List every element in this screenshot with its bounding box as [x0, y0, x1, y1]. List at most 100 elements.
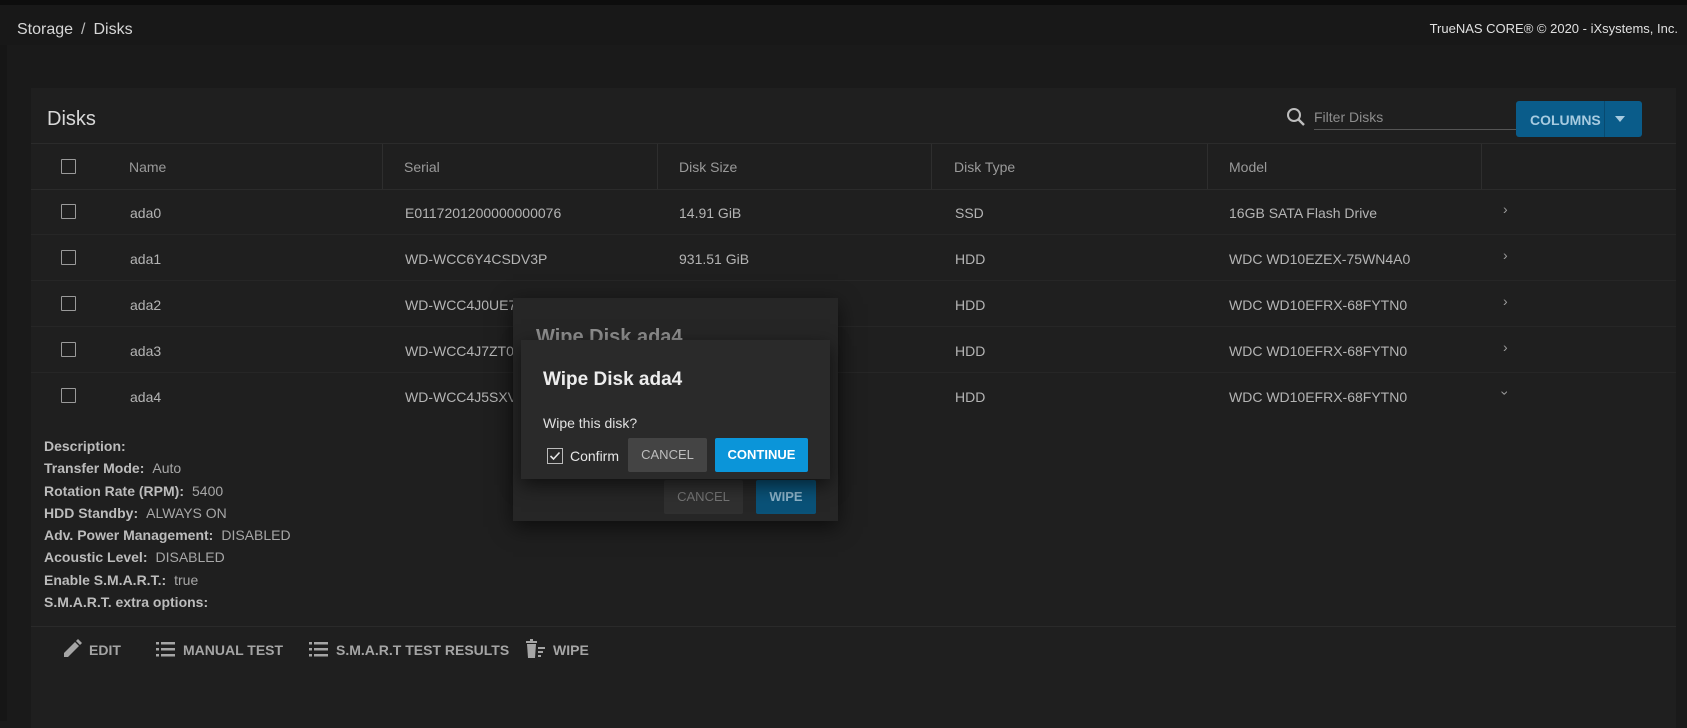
- column-divider: [657, 144, 658, 189]
- row-checkbox[interactable]: [61, 342, 76, 357]
- cell-name: ada1: [130, 251, 162, 267]
- search-icon: [1287, 108, 1305, 126]
- cell-name: ada2: [130, 297, 162, 313]
- confirm-wipe-dialog: Wipe Disk ada4 Wipe this disk? Confirm C…: [521, 340, 830, 479]
- smart-test-results-label: S.M.A.R.T TEST RESULTS: [336, 642, 510, 658]
- confirm-dialog-message: Wipe this disk?: [543, 415, 638, 431]
- select-all-checkbox[interactable]: [61, 159, 76, 174]
- detail-value: Auto: [152, 460, 182, 477]
- column-divider: [382, 144, 383, 189]
- detail-key: Transfer Mode:: [44, 460, 145, 477]
- table-header: Name Serial Disk Size Disk Type Model: [31, 143, 1676, 190]
- disks-card: Disks COLUMNS Name Serial Disk Size Disk…: [31, 88, 1676, 728]
- cell-model: WDC WD10EZEX-75WN4A0: [1229, 251, 1411, 267]
- card-title: Disks: [47, 108, 96, 130]
- smart-test-results-button[interactable]: S.M.A.R.T TEST RESULTS: [308, 638, 509, 662]
- detail-row: Adv. Power Management: DISABLED: [44, 527, 291, 549]
- chevron-right-icon[interactable]: ›: [1503, 293, 1508, 309]
- detail-value: 5400: [192, 482, 224, 499]
- manual-test-label: MANUAL TEST: [183, 642, 284, 658]
- detail-key: HDD Standby:: [44, 504, 139, 521]
- caret-down-icon[interactable]: [1615, 116, 1625, 122]
- cell-disk-type: SSD: [955, 205, 984, 221]
- cell-serial: WD-WCC4J7ZT0R/: [405, 343, 528, 359]
- detail-value: ALWAYS ON: [146, 504, 227, 521]
- cell-serial: E0117201200000000076: [405, 205, 562, 221]
- table-row[interactable]: ada1 WD-WCC6Y4CSDV3P 931.51 GiB HDD WDC …: [31, 234, 1676, 281]
- columns-button[interactable]: COLUMNS: [1516, 101, 1642, 137]
- column-divider: [1481, 144, 1482, 189]
- header-model[interactable]: Model: [1229, 159, 1267, 175]
- filter-search: [1286, 101, 1530, 133]
- wipe-dialog-wipe-button[interactable]: WIPE: [756, 480, 816, 514]
- cell-serial: WD-WCC6Y4CSDV3P: [405, 251, 548, 267]
- detail-value: DISABLED: [221, 527, 291, 544]
- cell-serial: WD-WCC4J0UE7X/: [405, 297, 530, 313]
- detail-row: Description:: [44, 438, 291, 460]
- cell-disk-type: HDD: [955, 389, 986, 405]
- columns-button-divider: [1604, 101, 1605, 137]
- header-serial[interactable]: Serial: [404, 159, 440, 175]
- cell-name: ada0: [130, 205, 162, 221]
- detail-row: Enable S.M.A.R.T.: true: [44, 572, 291, 594]
- confirm-label: Confirm: [570, 448, 620, 464]
- chevron-right-icon[interactable]: ›: [1503, 201, 1508, 217]
- detail-row: Transfer Mode: Auto: [44, 460, 291, 482]
- columns-button-label: COLUMNS: [1530, 112, 1601, 128]
- row-checkbox[interactable]: [61, 296, 76, 311]
- header-disk-size[interactable]: Disk Size: [679, 159, 737, 175]
- edit-button[interactable]: EDIT: [61, 638, 151, 662]
- sidebar-edge: [0, 45, 7, 721]
- table-row[interactable]: ada0 E0117201200000000076 14.91 GiB SSD …: [31, 188, 1676, 235]
- detail-key: Enable S.M.A.R.T.:: [44, 571, 167, 588]
- list-icon: [156, 642, 175, 657]
- row-checkbox[interactable]: [61, 204, 76, 219]
- detail-key: Rotation Rate (RPM):: [44, 482, 184, 499]
- table-row[interactable]: ada2 WD-WCC4J0UE7X/ HDD WDC WD10EFRX-68F…: [31, 280, 1676, 327]
- list-icon: [309, 642, 328, 657]
- row-checkbox[interactable]: [61, 388, 76, 403]
- disk-details: Description: Transfer Mode: Auto Rotation…: [44, 438, 291, 616]
- confirm-checkbox[interactable]: Confirm: [547, 448, 637, 466]
- pencil-icon: [64, 639, 82, 657]
- top-bar: Storage / Disks TrueNAS CORE® © 2020 - iXs…: [0, 5, 1687, 45]
- row-checkbox[interactable]: [61, 250, 76, 265]
- detail-key: Acoustic Level:: [44, 549, 148, 566]
- delete-sweep-icon: [526, 639, 545, 658]
- wipe-dialog-cancel-button[interactable]: CANCEL: [664, 480, 743, 514]
- header-disk-type[interactable]: Disk Type: [954, 159, 1015, 175]
- copyright-text: TrueNAS CORE® © 2020 - iXsystems, Inc.: [1429, 21, 1678, 36]
- cell-disk-type: HDD: [955, 343, 986, 359]
- cancel-button[interactable]: CANCEL: [628, 438, 707, 472]
- confirm-dialog-title: Wipe Disk ada4: [543, 369, 683, 390]
- detail-key: Description:: [44, 438, 126, 454]
- cell-name: ada3: [130, 343, 162, 359]
- table-row[interactable]: ada3 WD-WCC4J7ZT0R/ HDD WDC WD10EFRX-68F…: [31, 326, 1676, 373]
- cell-model: WDC WD10EFRX-68FYTN0: [1229, 389, 1408, 405]
- column-divider: [1207, 144, 1208, 189]
- cell-model: WDC WD10EFRX-68FYTN0: [1229, 343, 1408, 359]
- header-name[interactable]: Name: [129, 159, 166, 175]
- breadcrumb-disks: Disks: [93, 21, 133, 38]
- breadcrumb-storage[interactable]: Storage: [17, 21, 73, 38]
- detail-row: HDD Standby: ALWAYS ON: [44, 505, 291, 527]
- cell-disk-type: HDD: [955, 297, 986, 313]
- chevron-down-icon[interactable]: ›: [1497, 391, 1513, 396]
- manual-test-button[interactable]: MANUAL TEST: [155, 638, 285, 662]
- detail-row: S.M.A.R.T. extra options:: [44, 594, 291, 616]
- continue-button[interactable]: CONTINUE: [715, 438, 808, 472]
- wipe-label: WIPE: [553, 642, 589, 658]
- table-row[interactable]: ada4 WD-WCC4J5SXVE( HDD WDC WD10EFRX-68F…: [31, 372, 1676, 418]
- breadcrumb-separator: /: [81, 21, 86, 38]
- wipe-button[interactable]: WIPE: [525, 638, 605, 662]
- action-bar: EDIT MANUAL TEST S.M.A.R.T TEST RESULTS …: [31, 626, 1676, 673]
- edit-label: EDIT: [89, 642, 121, 658]
- chevron-right-icon[interactable]: ›: [1503, 247, 1508, 263]
- cell-name: ada4: [130, 389, 162, 405]
- cell-disk-size: 931.51 GiB: [679, 251, 750, 267]
- detail-key: Adv. Power Management:: [44, 527, 214, 544]
- detail-key: S.M.A.R.T. extra options:: [44, 594, 209, 611]
- checkbox-checked-icon[interactable]: [547, 448, 563, 464]
- filter-disks-input[interactable]: [1314, 105, 1524, 130]
- chevron-right-icon[interactable]: ›: [1503, 339, 1508, 355]
